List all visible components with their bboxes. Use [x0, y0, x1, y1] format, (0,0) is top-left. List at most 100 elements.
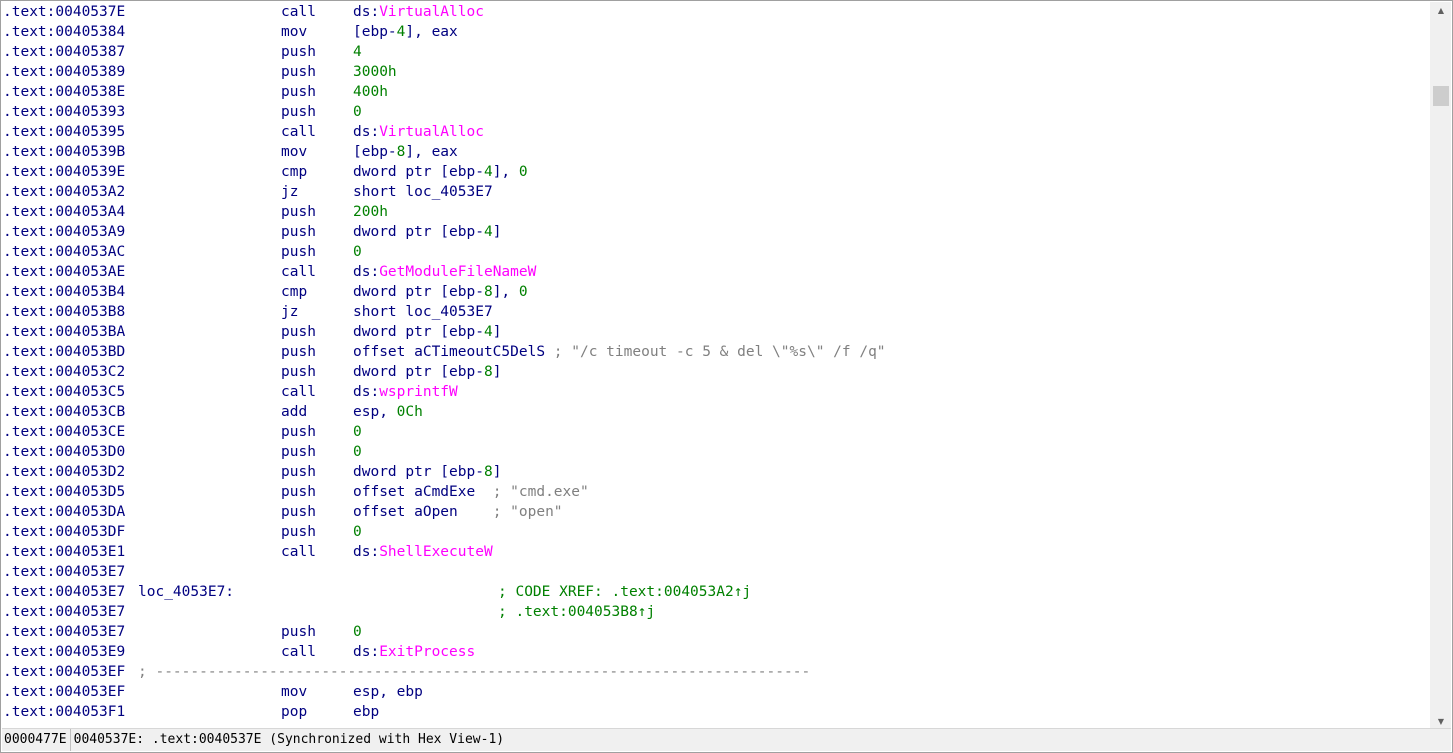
code-label[interactable]: loc_4053E7: — [138, 582, 234, 602]
disasm-line[interactable]: .text:004053D5 push offset aCmdExe ; "cmd.… — [2, 482, 1431, 502]
disasm-line[interactable]: .text:004053A2 jz short loc_4053E7 — [2, 182, 1431, 202]
instruction-operands[interactable]: dword ptr [ebp-8], 0 — [353, 282, 528, 302]
instruction-operands[interactable]: 0 — [353, 422, 362, 442]
numeric-operand[interactable]: 8 — [484, 364, 493, 380]
xref-comment[interactable]: ; CODE XREF: .text:004053A2↑j — [498, 582, 751, 602]
line-address[interactable]: .text:004053EF — [3, 662, 125, 682]
line-address[interactable]: .text:004053C2 — [3, 362, 125, 382]
line-address[interactable]: .text:004053B4 — [3, 282, 125, 302]
instruction-operands[interactable]: [ebp-4], eax — [353, 22, 458, 42]
instruction-mnemonic[interactable]: call — [281, 642, 316, 662]
line-address[interactable]: .text:004053E7 — [3, 562, 125, 582]
operand-text[interactable]: ebp — [353, 704, 379, 720]
line-address[interactable]: .text:00405393 — [3, 102, 125, 122]
disasm-line[interactable]: .text:004053AC push 0 — [2, 242, 1431, 262]
operand-text[interactable]: ds: — [353, 384, 379, 400]
scrollbar-thumb[interactable] — [1433, 86, 1449, 106]
line-address[interactable]: .text:004053AC — [3, 242, 125, 262]
line-address[interactable]: .text:004053E7 — [3, 582, 125, 602]
disasm-line[interactable]: .text:004053BD push offset aCTimeoutC5DelS… — [2, 342, 1431, 362]
line-address[interactable]: .text:004053DF — [3, 522, 125, 542]
import-name[interactable]: VirtualAlloc — [379, 124, 484, 140]
operand-text[interactable]: ds: — [353, 644, 379, 660]
instruction-mnemonic[interactable]: push — [281, 42, 316, 62]
numeric-operand[interactable]: 400h — [353, 84, 388, 100]
instruction-operands[interactable]: 0 — [353, 522, 362, 542]
operand-text[interactable]: ] — [493, 324, 502, 340]
numeric-operand[interactable]: 0 — [353, 524, 362, 540]
numeric-operand[interactable]: 3000h — [353, 64, 397, 80]
operand-text[interactable]: dword ptr [ebp- — [353, 224, 484, 240]
disasm-line[interactable]: .text:0040539E cmp dword ptr [ebp-4], 0 — [2, 162, 1431, 182]
line-address[interactable]: .text:00405395 — [3, 122, 125, 142]
operand-text[interactable]: offset aCTimeoutC5DelS — [353, 344, 554, 360]
numeric-operand[interactable]: 0 — [353, 104, 362, 120]
line-address[interactable]: .text:004053D5 — [3, 482, 125, 502]
line-address[interactable]: .text:004053A2 — [3, 182, 125, 202]
instruction-operands[interactable]: ebp — [353, 702, 379, 722]
instruction-mnemonic[interactable]: cmp — [281, 282, 307, 302]
instruction-operands[interactable]: ds:VirtualAlloc — [353, 2, 484, 22]
operand-text[interactable]: short loc_4053E7 — [353, 304, 493, 320]
operand-text[interactable]: dword ptr [ebp- — [353, 364, 484, 380]
line-address[interactable]: .text:004053D2 — [3, 462, 125, 482]
disasm-line[interactable]: .text:004053E7 push 0 — [2, 622, 1431, 642]
instruction-operands[interactable]: ds:wsprintfW — [353, 382, 458, 402]
line-address[interactable]: .text:004053BD — [3, 342, 125, 362]
line-address[interactable]: .text:004053BA — [3, 322, 125, 342]
import-name[interactable]: wsprintfW — [379, 384, 458, 400]
instruction-operands[interactable]: dword ptr [ebp-4] — [353, 222, 501, 242]
line-address[interactable]: .text:004053DA — [3, 502, 125, 522]
instruction-operands[interactable]: esp, ebp — [353, 682, 423, 702]
disasm-line[interactable]: .text:004053E7 — [2, 562, 1431, 582]
instruction-mnemonic[interactable]: push — [281, 62, 316, 82]
numeric-operand[interactable]: 200h — [353, 204, 388, 220]
line-address[interactable]: .text:004053E9 — [3, 642, 125, 662]
disasm-line[interactable]: .text:004053CB add esp, 0Ch — [2, 402, 1431, 422]
operand-text[interactable]: ] — [493, 364, 502, 380]
instruction-mnemonic[interactable]: pop — [281, 702, 307, 722]
line-address[interactable]: .text:004053CB — [3, 402, 125, 422]
line-address[interactable]: .text:004053E1 — [3, 542, 125, 562]
operand-text[interactable]: [ebp- — [353, 24, 397, 40]
instruction-operands[interactable]: short loc_4053E7 — [353, 182, 493, 202]
instruction-operands[interactable]: offset aCTimeoutC5DelS ; "/c timeout -c … — [353, 342, 886, 362]
instruction-mnemonic[interactable]: call — [281, 2, 316, 22]
instruction-mnemonic[interactable]: push — [281, 502, 316, 522]
instruction-operands[interactable]: 3000h — [353, 62, 397, 82]
numeric-operand[interactable]: 0 — [353, 424, 362, 440]
instruction-mnemonic[interactable]: jz — [281, 182, 298, 202]
line-address[interactable]: .text:004053CE — [3, 422, 125, 442]
line-address[interactable]: .text:004053A9 — [3, 222, 125, 242]
disasm-line[interactable]: .text:004053A4 push 200h — [2, 202, 1431, 222]
instruction-mnemonic[interactable]: call — [281, 542, 316, 562]
line-address[interactable]: .text:004053B8 — [3, 302, 125, 322]
disasm-line[interactable]: .text:0040538E push 400h — [2, 82, 1431, 102]
import-name[interactable]: ExitProcess — [379, 644, 475, 660]
instruction-operands[interactable]: 400h — [353, 82, 388, 102]
instruction-operands[interactable]: ds:ShellExecuteW — [353, 542, 493, 562]
import-name[interactable]: VirtualAlloc — [379, 4, 484, 20]
operand-text[interactable]: ds: — [353, 264, 379, 280]
operand-text[interactable]: ] — [493, 464, 502, 480]
instruction-operands[interactable]: offset aOpen ; "open" — [353, 502, 563, 522]
instruction-mnemonic[interactable]: push — [281, 322, 316, 342]
disasm-line[interactable]: .text:004053B4 cmp dword ptr [ebp-8], 0 — [2, 282, 1431, 302]
instruction-mnemonic[interactable]: mov — [281, 142, 307, 162]
disasm-line[interactable]: .text:00405395 call ds:VirtualAlloc — [2, 122, 1431, 142]
instruction-mnemonic[interactable]: push — [281, 362, 316, 382]
disasm-line[interactable]: .text:00405393 push 0 — [2, 102, 1431, 122]
operand-text[interactable]: esp, ebp — [353, 684, 423, 700]
disasm-line[interactable]: .text:004053C5 call ds:wsprintfW — [2, 382, 1431, 402]
instruction-mnemonic[interactable]: push — [281, 102, 316, 122]
disasm-line[interactable]: .text:004053E7 loc_4053E7: ; CODE XREF: .t… — [2, 582, 1431, 602]
numeric-operand[interactable]: 4 — [484, 224, 493, 240]
numeric-operand[interactable]: 0Ch — [397, 404, 423, 420]
operand-text[interactable]: dword ptr [ebp- — [353, 324, 484, 340]
disasm-line[interactable]: .text:0040539B mov [ebp-8], eax — [2, 142, 1431, 162]
instruction-mnemonic[interactable]: push — [281, 82, 316, 102]
line-address[interactable]: .text:0040539E — [3, 162, 125, 182]
xref-comment[interactable]: ; .text:004053B8↑j — [498, 602, 655, 622]
instruction-operands[interactable]: 4 — [353, 42, 362, 62]
instruction-operands[interactable]: dword ptr [ebp-4], 0 — [353, 162, 528, 182]
